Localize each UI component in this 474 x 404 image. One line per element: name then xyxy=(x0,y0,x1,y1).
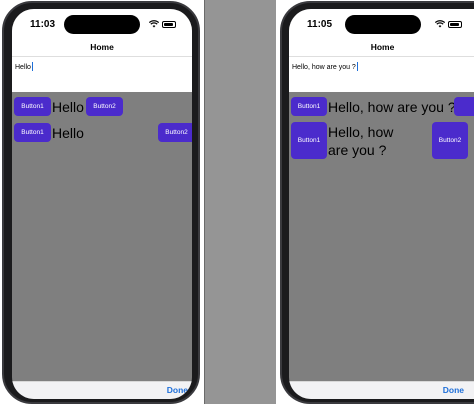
row1-label: Hello, how are you ? xyxy=(328,99,456,115)
gap-backdrop xyxy=(204,0,276,404)
row2-label-line1: Hello, how xyxy=(328,124,394,140)
done-button[interactable]: Done xyxy=(443,385,464,395)
row2-button2[interactable]: Button2 xyxy=(158,123,192,142)
text-caret xyxy=(31,62,33,71)
row2-button2[interactable]: Button2 xyxy=(432,122,468,159)
row1-label: Hello xyxy=(52,99,84,115)
battery-icon xyxy=(448,20,462,28)
row2-label-line2: are you ? xyxy=(328,142,387,158)
row2-label: Hello xyxy=(52,125,84,141)
row2-button1[interactable]: Button1 xyxy=(291,122,327,159)
keyboard-toolbar: Done xyxy=(289,381,474,399)
status-bar: 11:03 xyxy=(12,9,192,39)
editor-text: Hello xyxy=(15,64,31,71)
status-bar: 11:05 xyxy=(289,9,474,39)
row1-button2[interactable]: Button2 xyxy=(86,97,123,116)
dynamic-island xyxy=(64,15,140,34)
row1-button1[interactable]: Button1 xyxy=(14,97,51,116)
status-time: 11:05 xyxy=(307,19,333,30)
text-editor[interactable]: Hello xyxy=(12,57,192,92)
page-title: Home xyxy=(370,42,395,52)
navigation-bar: Home xyxy=(289,39,474,57)
phone-screen-right: 11:05 Home Hello, how are you ? Button1 … xyxy=(289,9,474,399)
status-time: 11:03 xyxy=(30,19,56,30)
phone-screen-left: 11:03 Home Hello Button1 Hello Button2 B… xyxy=(12,9,192,399)
editor-text: Hello, how are you ? xyxy=(292,64,356,71)
wifi-icon xyxy=(149,20,159,28)
divider-left xyxy=(204,0,205,404)
text-editor[interactable]: Hello, how are you ? xyxy=(289,57,474,92)
page-title: Home xyxy=(90,42,114,52)
done-button[interactable]: Done xyxy=(167,385,188,395)
phone-right: 11:05 Home Hello, how are you ? Button1 … xyxy=(280,1,474,404)
wifi-icon xyxy=(435,20,445,28)
text-caret xyxy=(356,62,358,71)
navigation-bar: Home xyxy=(12,39,192,57)
battery-icon xyxy=(162,20,176,28)
row1-button2-clipped[interactable] xyxy=(454,97,474,116)
status-icons xyxy=(435,20,462,28)
row2-button1[interactable]: Button1 xyxy=(14,123,51,142)
dynamic-island xyxy=(345,15,421,34)
phone-left: 11:03 Home Hello Button1 Hello Button2 B… xyxy=(2,1,200,404)
row1-button1[interactable]: Button1 xyxy=(291,97,327,116)
status-icons xyxy=(149,20,176,28)
keyboard-toolbar: Done xyxy=(12,381,192,399)
